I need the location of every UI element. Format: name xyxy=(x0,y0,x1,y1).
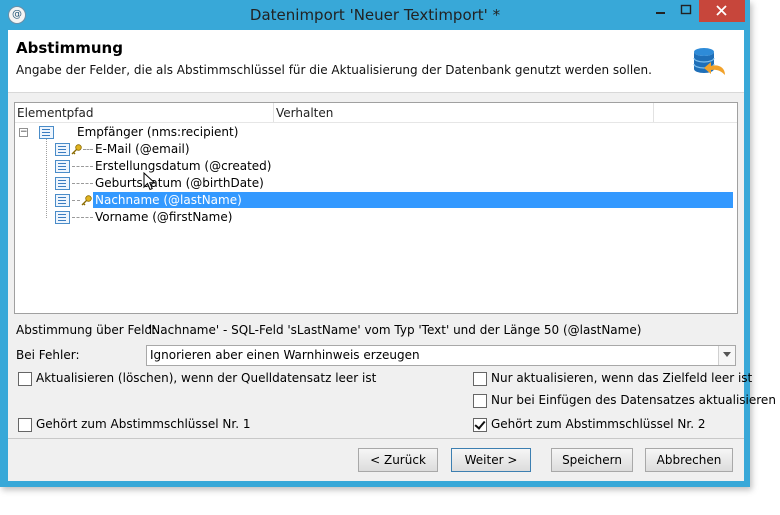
tree-node-label: E-Mail (@email) xyxy=(95,142,190,156)
key-icon xyxy=(71,144,82,155)
close-icon xyxy=(716,5,727,16)
chevron-down-icon[interactable] xyxy=(718,346,735,365)
on-error-selected-value: Ignorieren aber einen Warnhinweis erzeug… xyxy=(150,348,420,362)
tree-node-birthdate[interactable]: Geburtsdatum (@birthDate) xyxy=(15,175,735,192)
checkbox-key-1[interactable]: Gehört zum Abstimmschlüssel Nr. 1 xyxy=(18,417,318,433)
checkbox-label: Gehört zum Abstimmschlüssel Nr. 2 xyxy=(491,417,706,431)
checkbox-label: Aktualisieren (löschen), wenn der Quelld… xyxy=(36,371,377,385)
list-node-icon xyxy=(55,143,70,156)
checkbox-label: Nur aktualisieren, wenn das Zielfeld lee… xyxy=(491,371,753,385)
window-title: Datenimport 'Neuer Textimport' * xyxy=(249,6,501,24)
page-subtitle: Angabe der Felder, die als Abstimmschlüs… xyxy=(16,63,652,77)
list-node-icon xyxy=(55,194,70,207)
database-refresh-icon xyxy=(693,48,725,75)
key-icon xyxy=(81,195,92,206)
checkbox-label: Gehört zum Abstimmschlüssel Nr. 1 xyxy=(36,417,251,431)
tree-node-email[interactable]: E-Mail (@email) xyxy=(15,141,735,158)
page-title: Abstimmung xyxy=(16,39,123,57)
tree-node-label: Geburtsdatum (@birthDate) xyxy=(95,176,264,190)
column-verhalten[interactable]: Verhalten xyxy=(276,106,333,120)
checkbox-label: Nur bei Einfügen des Datensatzes aktuali… xyxy=(491,393,776,407)
checkbox-key-2[interactable]: Gehört zum Abstimmschlüssel Nr. 2 xyxy=(473,417,738,433)
tree-node-lastname[interactable]: Nachname (@lastName) xyxy=(15,192,735,209)
tree-column-header: Elementpfad Verhalten xyxy=(15,103,737,123)
checkbox-update-delete-empty[interactable]: Aktualisieren (löschen), wenn der Quelld… xyxy=(18,371,438,387)
list-node-icon xyxy=(55,211,70,224)
checkbox-box[interactable] xyxy=(473,372,487,386)
tree-root-node[interactable]: − Empfänger (nms:recipient) xyxy=(15,124,735,141)
import-window: @ Datenimport 'Neuer Textimport' * Absti… xyxy=(0,0,776,487)
list-node-icon xyxy=(39,126,54,139)
minimize-icon xyxy=(656,12,665,14)
checkbox-box[interactable] xyxy=(18,372,32,386)
back-button[interactable]: < Zurück xyxy=(358,448,438,472)
dialog-body: Abstimmung Angabe der Felder, die als Ab… xyxy=(8,30,776,481)
checkbox-update-if-target-empty[interactable]: Nur aktualisieren, wenn das Zielfeld lee… xyxy=(473,371,752,387)
mouse-cursor-icon xyxy=(143,172,156,191)
list-node-icon xyxy=(55,177,70,190)
title-bar[interactable]: @ Datenimport 'Neuer Textimport' * xyxy=(0,0,750,30)
checkbox-box[interactable] xyxy=(473,394,487,408)
wizard-header: Abstimmung Angabe der Felder, die als Ab… xyxy=(8,30,744,93)
checkbox-box[interactable] xyxy=(18,418,32,432)
app-icon: @ xyxy=(8,6,26,24)
tree-root-label: Empfänger (nms:recipient) xyxy=(77,125,239,139)
checkbox-box-checked[interactable] xyxy=(473,418,487,432)
on-error-select[interactable]: Ignorieren aber einen Warnhinweis erzeug… xyxy=(146,345,736,366)
minimize-button[interactable] xyxy=(647,0,673,22)
list-node-icon xyxy=(55,160,70,173)
reconciliation-label: Abstimmung über Feld: xyxy=(16,323,157,337)
column-elementpfad[interactable]: Elementpfad xyxy=(17,106,94,120)
tree-node-firstname[interactable]: Vorname (@firstName) xyxy=(15,209,735,226)
footer-divider xyxy=(8,438,744,439)
on-error-label: Bei Fehler: xyxy=(16,348,80,362)
close-button[interactable] xyxy=(699,0,745,22)
tree-node-created[interactable]: Erstellungsdatum (@created) xyxy=(15,158,735,175)
checkbox-update-on-insert[interactable]: Nur bei Einfügen des Datensatzes aktuali… xyxy=(473,393,776,409)
maximize-button[interactable] xyxy=(673,0,699,22)
reconciliation-value: 'Nachname' - SQL-Feld 'sLastName' vom Ty… xyxy=(148,323,642,337)
element-tree[interactable]: Elementpfad Verhalten − Empfänger (nms:r… xyxy=(14,102,738,314)
tree-node-label: Erstellungsdatum (@created) xyxy=(95,159,272,173)
maximize-icon xyxy=(680,4,692,15)
next-button[interactable]: Weiter > xyxy=(451,448,531,472)
tree-node-label: Nachname (@lastName) xyxy=(95,193,242,207)
tree-collapse-icon[interactable]: − xyxy=(19,128,28,137)
cancel-button[interactable]: Abbrechen xyxy=(645,448,733,472)
tree-node-label: Vorname (@firstName) xyxy=(95,210,233,224)
save-button[interactable]: Speichern xyxy=(551,448,633,472)
